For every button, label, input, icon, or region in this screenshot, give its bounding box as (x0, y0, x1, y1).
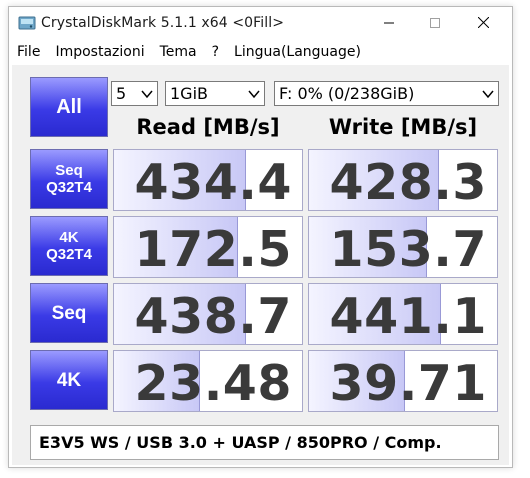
test-label-line1: 4K (59, 229, 79, 246)
write-column-header: Write [MB/s] (328, 115, 478, 139)
4k-button[interactable]: 4K (30, 350, 108, 410)
test-count-select[interactable]: 5 (111, 81, 158, 106)
benchmark-panel: All 5 1GiB F: 0% (0/238GiB) Read [MB/s] … (12, 65, 509, 465)
write-value: 153.7 (329, 221, 487, 278)
read-value: 438.7 (134, 288, 292, 345)
minimize-icon (384, 22, 394, 23)
maximize-icon (430, 17, 440, 28)
menu-help[interactable]: ? (204, 44, 226, 60)
close-button[interactable] (460, 7, 506, 38)
app-window: CrystalDiskMark 5.1.1 x64 <0Fill> File I… (8, 6, 513, 468)
menu-language[interactable]: Lingua(Language) (226, 44, 368, 60)
seq-q32t4-read-cell: 434.4 (113, 149, 303, 211)
read-column-header: Read [MB/s] (136, 115, 280, 139)
menu-file[interactable]: File (9, 44, 47, 60)
test-size-select[interactable]: 1GiB (165, 81, 265, 106)
seq-write-cell: 441.1 (308, 283, 498, 345)
minimize-button[interactable] (366, 7, 412, 38)
seq-button[interactable]: Seq (30, 283, 108, 343)
4k-write-cell: 39.71 (308, 350, 498, 412)
menu-theme[interactable]: Tema (152, 44, 204, 60)
test-label-line2: Q32T4 (46, 246, 92, 263)
test-label: Seq (51, 302, 87, 324)
menu-settings[interactable]: Impostazioni (47, 44, 151, 60)
chevron-down-icon (248, 90, 260, 99)
close-icon (477, 17, 489, 28)
test-size-value: 1GiB (170, 84, 208, 103)
write-value: 441.1 (329, 288, 487, 345)
test-count-value: 5 (116, 84, 127, 103)
read-value: 172.5 (134, 221, 292, 278)
chevron-down-icon (141, 90, 153, 99)
comment-field[interactable]: E3V5 WS / USB 3.0 + UASP / 850PRO / Comp… (30, 425, 499, 460)
seq-q32t4-write-cell: 428.3 (308, 149, 498, 211)
4k-q32t4-read-cell: 172.5 (113, 216, 303, 278)
chevron-down-icon (482, 90, 494, 99)
seq-read-cell: 438.7 (113, 283, 303, 345)
write-value: 428.3 (329, 154, 487, 211)
drive-select[interactable]: F: 0% (0/238GiB) (274, 81, 499, 106)
4k-q32t4-button[interactable]: 4K Q32T4 (30, 216, 108, 276)
app-disk-icon (18, 16, 36, 30)
read-value: 23.48 (134, 355, 292, 412)
test-label-line1: Seq (55, 162, 83, 179)
run-all-button[interactable]: All (30, 77, 108, 137)
menu-bar: File Impostazioni Tema ? Lingua(Language… (9, 41, 512, 63)
title-bar[interactable]: CrystalDiskMark 5.1.1 x64 <0Fill> (9, 7, 512, 39)
drive-value: F: 0% (0/238GiB) (279, 84, 415, 103)
seq-q32t4-button[interactable]: Seq Q32T4 (30, 149, 108, 209)
read-value: 434.4 (134, 154, 292, 211)
test-label: 4K (56, 369, 82, 391)
write-value: 39.71 (329, 355, 487, 412)
window-title: CrystalDiskMark 5.1.1 x64 <0Fill> (41, 15, 285, 31)
maximize-button[interactable] (412, 7, 458, 38)
test-label-line2: Q32T4 (46, 179, 92, 196)
4k-q32t4-write-cell: 153.7 (308, 216, 498, 278)
4k-read-cell: 23.48 (113, 350, 303, 412)
